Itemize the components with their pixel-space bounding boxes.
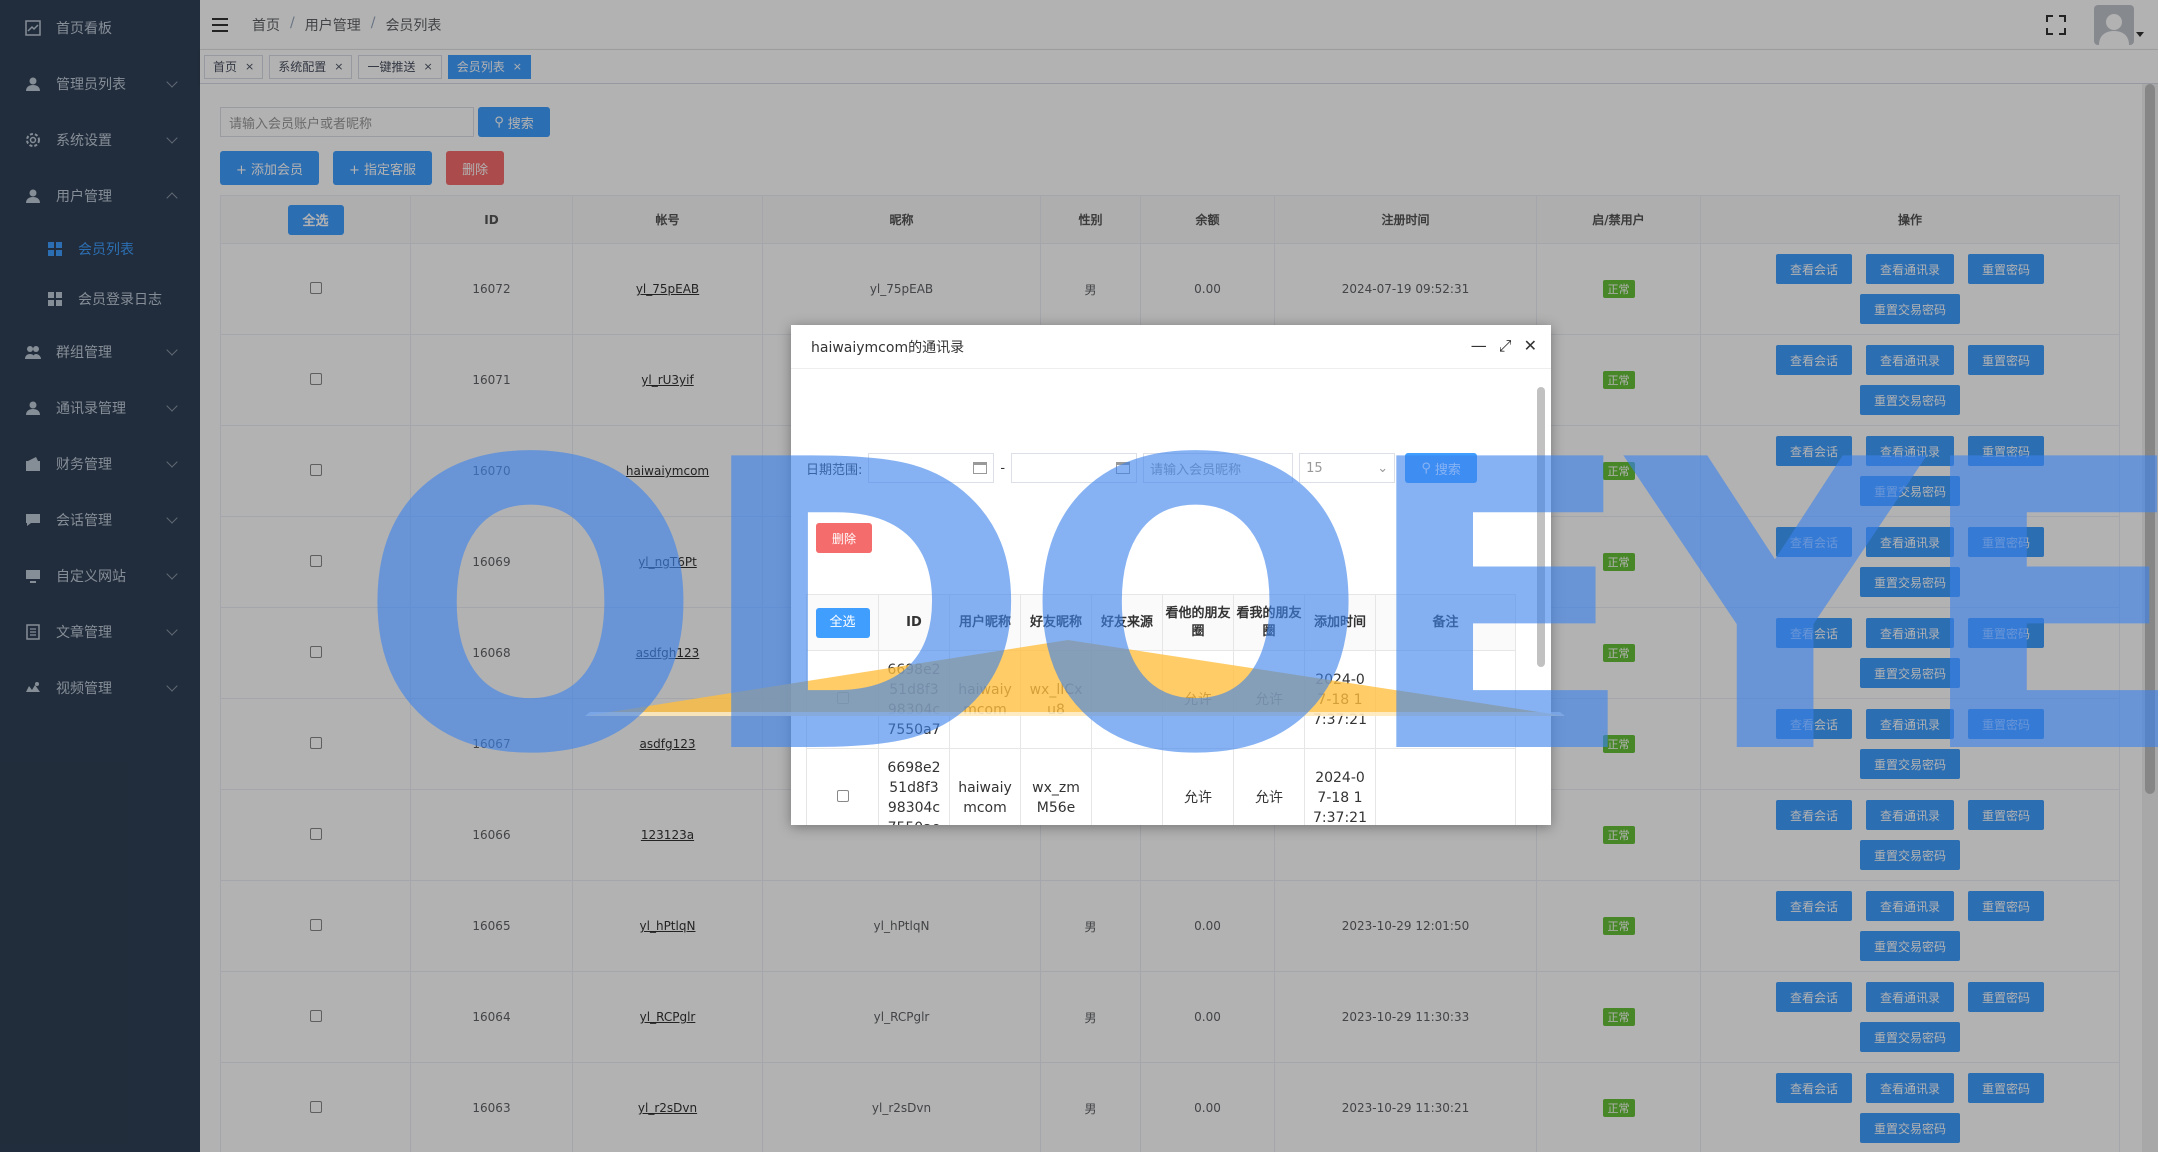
date-range-label: 日期范围: <box>806 462 863 478</box>
row-checkbox[interactable] <box>836 789 849 802</box>
dialog-select-all-button[interactable]: 全选 <box>815 607 870 638</box>
cell-friend-source <box>1091 650 1163 749</box>
col-remark: 备注 <box>1375 594 1516 651</box>
cell-add-time: 2024-07-18 17:37:21 <box>1304 748 1376 825</box>
cell-see-his-moments: 允许 <box>1162 650 1234 749</box>
col-see-my-moments: 看我的朋友圈 <box>1233 594 1305 651</box>
search-icon: ⚲ <box>1421 460 1431 476</box>
col-friend-nickname: 好友昵称 <box>1020 594 1092 651</box>
calendar-icon <box>1116 462 1131 474</box>
col-friend-source: 好友来源 <box>1091 594 1163 651</box>
start-date-input[interactable] <box>868 453 995 483</box>
cell-user-nickname: haiwaiymcom <box>949 748 1021 825</box>
contact-row: 6698e251d8f398304c7550aehaiwaiymcomwx_zm… <box>806 748 1516 825</box>
cell-friend-nickname: wx_zmM56e <box>1020 748 1092 825</box>
cell-add-time: 2024-07-18 17:37:21 <box>1304 650 1376 749</box>
cell-remark <box>1375 748 1516 825</box>
cell-see-my-moments: 允许 <box>1233 650 1305 749</box>
dialog-search-button[interactable]: ⚲ 搜索 <box>1405 453 1478 483</box>
page-size-select[interactable]: 15 ⌄ <box>1299 453 1396 483</box>
contact-row: 6698e251d8f398304c7550a7 haiwaiymcom wx_lI… <box>806 650 1516 749</box>
maximize-icon[interactable]: ⤢ <box>1499 337 1512 355</box>
row-checkbox[interactable] <box>836 691 849 704</box>
dialog-delete-button[interactable]: 删除 <box>816 523 873 553</box>
calendar-icon <box>973 462 988 474</box>
nickname-input[interactable]: 请输入会员昵称 <box>1143 453 1294 483</box>
contacts-dialog: haiwaiymcom的通讯录 — ⤢ ✕ 日期范围: - 请输入会员昵称 15… <box>791 325 1551 825</box>
cell-remark <box>1375 650 1516 749</box>
col-see-his-moments: 看他的朋友圈 <box>1162 594 1234 651</box>
close-icon[interactable]: ✕ <box>1524 337 1537 355</box>
col-add-time: 添加时间 <box>1304 594 1376 651</box>
dialog-search-label: 搜索 <box>1434 462 1461 478</box>
col-id: ID <box>878 594 950 651</box>
dialog-scrollbar[interactable] <box>1535 373 1547 821</box>
page-size-value: 15 <box>1306 460 1323 476</box>
cell-see-my-moments: 允许 <box>1233 748 1305 825</box>
cell-id: 6698e251d8f398304c7550a7 <box>878 650 950 749</box>
cell-friend-source <box>1091 748 1163 825</box>
cell-see-his-moments: 允许 <box>1162 748 1234 825</box>
cell-friend-nickname: wx_lICxu8 <box>1020 650 1092 749</box>
col-user-nickname: 用户昵称 <box>949 594 1021 651</box>
contacts-table: 全选 ID 用户昵称 好友昵称 好友来源 看他的朋友圈 看我的朋友圈 添加时间 … <box>806 594 1516 825</box>
cell-id: 6698e251d8f398304c7550ae <box>878 748 950 825</box>
chevron-down-icon: ⌄ <box>1377 460 1389 476</box>
dialog-title: haiwaiymcom的通讯录 <box>811 339 965 356</box>
minimize-icon[interactable]: — <box>1471 337 1487 355</box>
cell-user-nickname: haiwaiymcom <box>949 650 1021 749</box>
nickname-placeholder: 请输入会员昵称 <box>1150 462 1242 478</box>
date-separator: - <box>1000 460 1006 476</box>
end-date-input[interactable] <box>1011 453 1138 483</box>
